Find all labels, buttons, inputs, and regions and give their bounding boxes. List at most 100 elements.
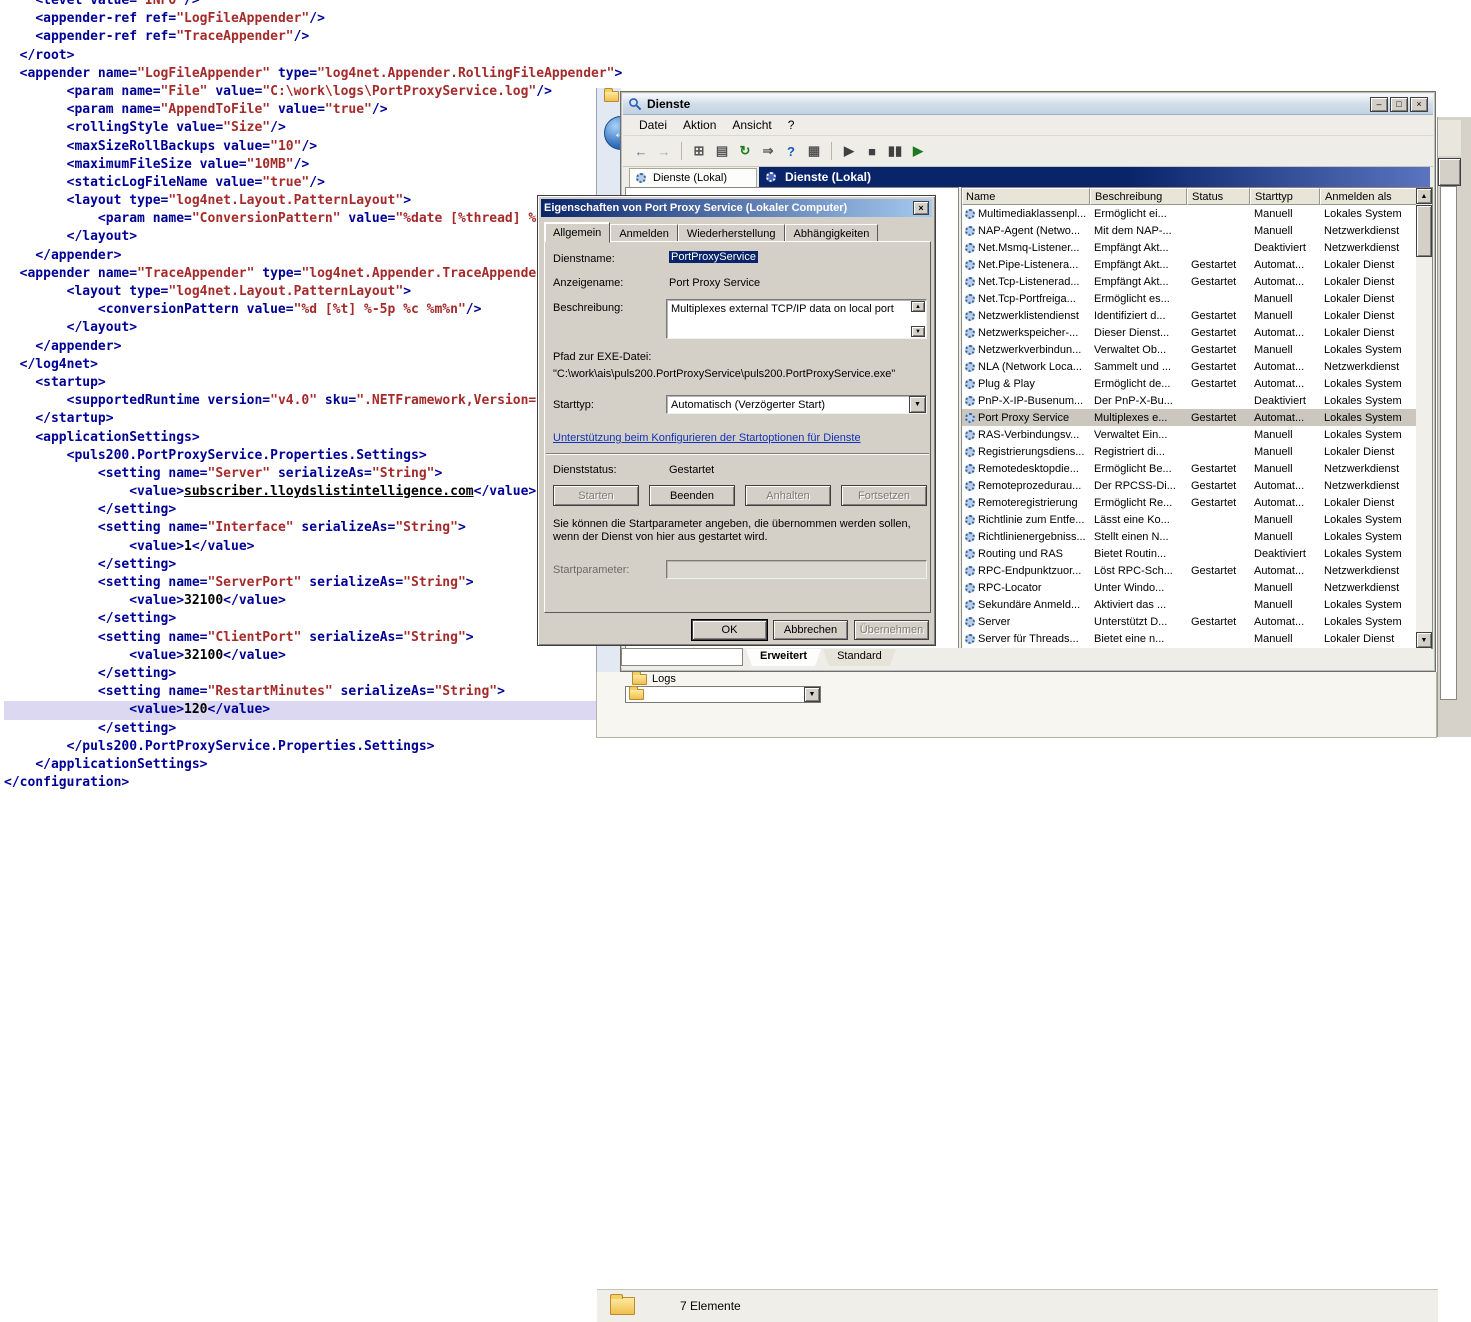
minimize-button[interactable]: – (1370, 97, 1388, 112)
column-header-name[interactable]: Name (962, 188, 1090, 205)
description-box[interactable]: Multiplexes external TCP/IP data on loca… (666, 299, 927, 339)
scroll-down-icon[interactable]: ▼ (1416, 632, 1432, 648)
service-name-cell: RAS-Verbindungsv... (962, 426, 1090, 443)
service-row[interactable]: NetzwerklistendienstIdentifiziert d...Ge… (962, 307, 1417, 324)
close-icon[interactable]: × (913, 201, 929, 215)
service-row[interactable]: Richtlinienergebniss...Stellt einen N...… (962, 528, 1417, 545)
view-tab-standard[interactable]: Standard (823, 649, 896, 666)
refresh-icon[interactable]: ↻ (735, 141, 755, 161)
menu-item-[interactable]: ? (780, 116, 803, 134)
tab-allgemein[interactable]: Allgemein (544, 222, 610, 243)
service-row[interactable]: Netzwerkspeicher-...Dieser Dienst...Gest… (962, 324, 1417, 341)
service-row[interactable]: RPC-Endpunktzuor...Löst RPC-Sch...Gestar… (962, 562, 1417, 579)
code-line: </configuration> (4, 774, 664, 792)
service-row[interactable]: PnP-X-IP-Busenum...Der PnP-X-Bu...Deakti… (962, 392, 1417, 409)
background-button[interactable] (1438, 158, 1461, 186)
service-row[interactable]: NLA (Network Loca...Sammelt und ...Gesta… (962, 358, 1417, 375)
service-startup-type: Automat... (1250, 375, 1320, 392)
service-name: Net.Tcp-Portfreiga... (978, 293, 1076, 305)
icons-view-icon[interactable]: ▦ (804, 141, 824, 161)
service-name-cell: Port Proxy Service (962, 409, 1090, 426)
service-row[interactable]: Richtlinie zum Entfe...Lässt eine Ko...M… (962, 511, 1417, 528)
help-icon[interactable]: ? (781, 141, 801, 161)
startup-options-help-link[interactable]: Unterstützung beim Konfigurieren der Sta… (553, 432, 861, 444)
scrollbar-thumb[interactable] (1416, 205, 1432, 257)
service-row[interactable]: ServerUnterstützt D...GestartetAutomat..… (962, 613, 1417, 630)
tab-dienste-lokal[interactable]: Dienste (Lokal) (629, 168, 757, 187)
ok-button[interactable]: OK (692, 620, 767, 640)
menu-item-ansicht[interactable]: Ansicht (724, 116, 779, 134)
service-row[interactable]: Net.Msmq-Listener...Empfängt Akt...Deakt… (962, 239, 1417, 256)
service-row[interactable]: Remotedesktopdie...Ermöglicht Be...Gesta… (962, 460, 1417, 477)
service-logon-as: Lokaler Dienst (1320, 273, 1417, 290)
service-status (1187, 630, 1250, 647)
restart-service-icon[interactable]: ▶ (908, 141, 928, 161)
service-row[interactable]: Net.Tcp-Portfreiga...Ermöglicht es...Man… (962, 290, 1417, 307)
folder-combo[interactable]: ▼ (625, 686, 821, 703)
folder-tree-item[interactable]: Logs (632, 673, 676, 685)
service-row[interactable]: Port Proxy ServiceMultiplexes e...Gestar… (962, 409, 1417, 426)
service-name-value[interactable]: PortProxyService (669, 251, 758, 263)
chevron-down-icon[interactable]: ▼ (804, 687, 820, 702)
window-titlebar[interactable]: Dienste –□× (623, 94, 1433, 115)
scrollbar[interactable]: ▲ ▼ (1416, 188, 1432, 648)
column-header-starttyp[interactable]: Starttyp (1250, 188, 1320, 205)
service-startup-type: Automat... (1250, 358, 1320, 375)
service-row[interactable]: Routing und RASBietet Routin...Deaktivie… (962, 545, 1417, 562)
column-header-status[interactable]: Status (1187, 188, 1250, 205)
menu-item-datei[interactable]: Datei (631, 116, 675, 134)
stop-service-icon[interactable]: ■ (862, 141, 882, 161)
window-title: Dienste (647, 97, 690, 111)
service-logon-as: Lokaler Dienst (1320, 256, 1417, 273)
explorer-content: 7 Elemente (596, 672, 1437, 738)
service-row[interactable]: Multimediaklassenpl...Ermöglicht ei...Ma… (962, 205, 1417, 222)
exe-path-label: Pfad zur EXE-Datei: (553, 351, 651, 363)
close-button[interactable]: × (1410, 97, 1428, 112)
view-tabs: ErweitertStandard (746, 649, 896, 666)
background-scrollbar-track[interactable] (1440, 186, 1457, 700)
service-row[interactable]: Plug & PlayErmöglicht de...GestartetAuto… (962, 375, 1417, 392)
service-row[interactable]: Net.Tcp-Listenerad...Empfängt Akt...Gest… (962, 273, 1417, 290)
view-tab-erweitert[interactable]: Erweitert (746, 649, 821, 666)
service-row[interactable]: Net.Pipe-Listenera...Empfängt Akt...Gest… (962, 256, 1417, 273)
background-panel (1438, 120, 1461, 156)
column-header-anmeldenals[interactable]: Anmelden als (1320, 188, 1417, 205)
service-description: Dieser Dienst... (1090, 324, 1187, 341)
service-row[interactable]: RAS-Verbindungsv...Verwaltet Ein...Manue… (962, 426, 1417, 443)
service-row[interactable]: Remoteprozedurau...Der RPCSS-Di...Gestar… (962, 477, 1417, 494)
service-row[interactable]: Registrierungsdiens...Registriert di...M… (962, 443, 1417, 460)
service-row[interactable]: NAP-Agent (Netwo...Mit dem NAP-...Manuel… (962, 222, 1417, 239)
service-row[interactable]: Server für Threads...Bietet eine n...Man… (962, 630, 1417, 647)
folder-icon (629, 689, 644, 700)
abbrechen-button[interactable]: Abbrechen (773, 620, 848, 640)
service-startup-type: Deaktiviert (1250, 392, 1320, 409)
service-gear-icon (965, 243, 975, 253)
service-row[interactable]: Netzwerkverbindun...Verwaltet Ob...Gesta… (962, 341, 1417, 358)
service-row[interactable]: Sekundäre Anmeld...Aktiviert das ...Manu… (962, 596, 1417, 613)
start-service-icon[interactable]: ▶ (839, 141, 859, 161)
service-logon-as: Lokales System (1320, 341, 1417, 358)
properties-icon[interactable]: ▤ (712, 141, 732, 161)
service-row[interactable]: RPC-LocatorUnter Windo...ManuellNetzwerk… (962, 579, 1417, 596)
start-parameters-input (666, 560, 927, 579)
service-status (1187, 545, 1250, 562)
service-gear-icon (965, 311, 975, 321)
service-row[interactable]: RemoteregistrierungErmöglicht Re...Gesta… (962, 494, 1417, 511)
pause-service-icon[interactable]: ▮▮ (885, 141, 905, 161)
show-tree-icon[interactable]: ⊞ (689, 141, 709, 161)
startup-type-select[interactable]: Automatisch (Verzögerter Start) ▼ (666, 395, 927, 414)
dialog-titlebar[interactable]: Eigenschaften von Port Proxy Service (Lo… (541, 199, 932, 217)
forward-icon[interactable]: → (654, 141, 674, 161)
scroll-up-icon[interactable]: ▲ (1416, 188, 1432, 204)
menu-item-aktion[interactable]: Aktion (675, 116, 724, 134)
export-list-icon[interactable]: ⇒ (758, 141, 778, 161)
column-header-beschreibung[interactable]: Beschreibung (1090, 188, 1187, 205)
scroll-up-icon[interactable]: ▲ (911, 301, 925, 312)
back-icon[interactable]: ← (631, 141, 651, 161)
scroll-down-icon[interactable]: ▼ (911, 326, 925, 337)
service-description: Unterstützt D... (1090, 613, 1187, 630)
beenden-button[interactable]: Beenden (649, 485, 735, 506)
chevron-down-icon[interactable]: ▼ (909, 396, 926, 413)
startup-type-value: Automatisch (Verzögerter Start) (671, 399, 825, 411)
maximize-button[interactable]: □ (1390, 97, 1408, 112)
